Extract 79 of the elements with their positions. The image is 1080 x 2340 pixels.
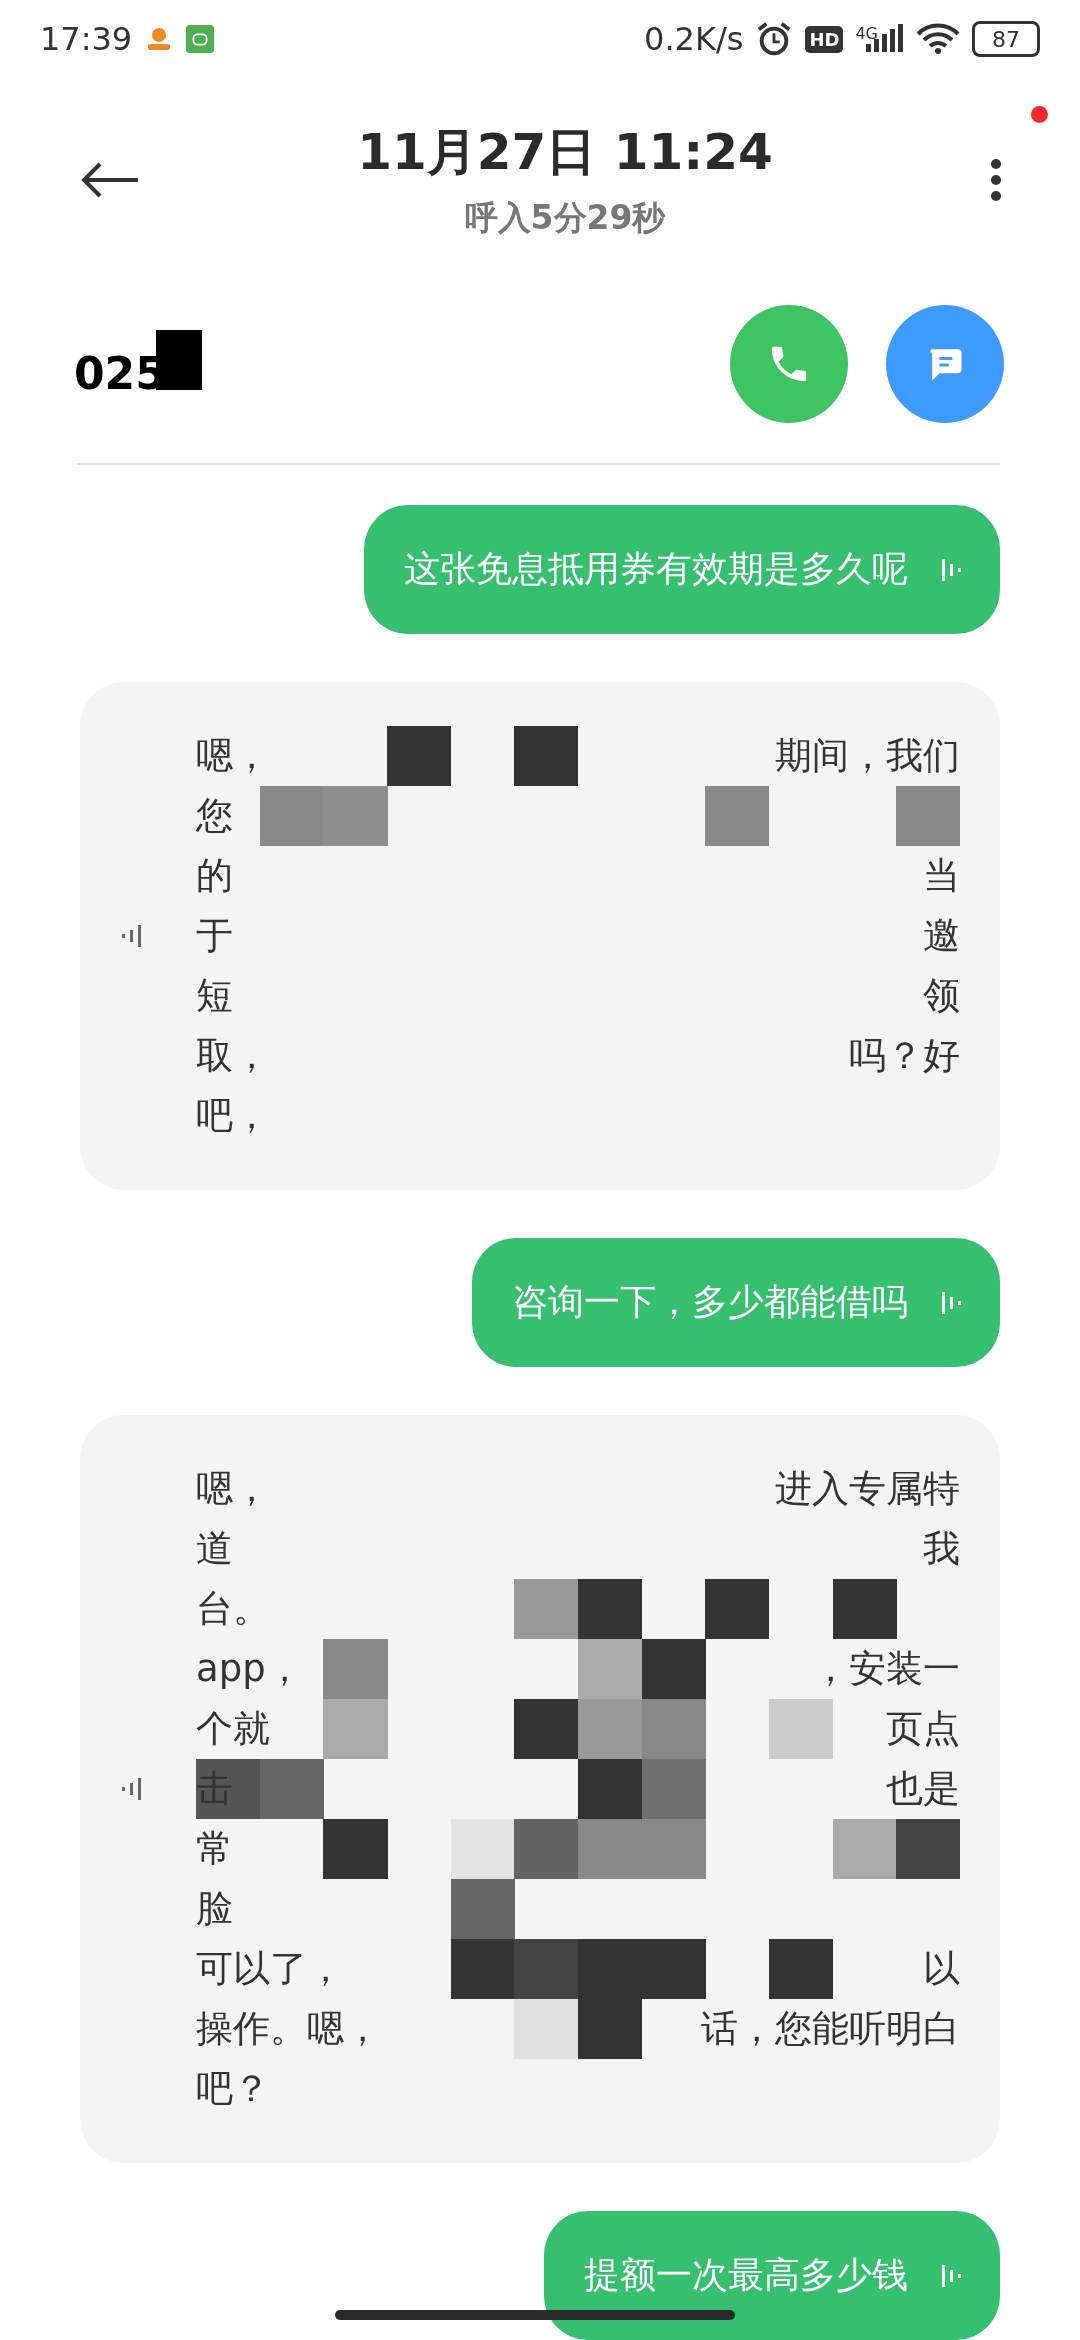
pixelated-tile xyxy=(514,1999,579,2059)
transcript-text: 您 xyxy=(196,793,233,839)
transcript-text: 个就 xyxy=(196,1706,270,1752)
transcript-text: 当 xyxy=(923,853,960,899)
pixelated-tile xyxy=(578,1579,643,1639)
transcript-text: 提额一次最高多少钱 xyxy=(584,2253,908,2297)
transcript-text: 吧？ xyxy=(196,2066,270,2112)
pixelated-tile xyxy=(578,1819,643,1879)
transcript-text: 页点 xyxy=(886,1706,960,1752)
transcript-text: 期间，我们 xyxy=(775,733,960,779)
hd-badge: HD xyxy=(805,25,844,53)
transcript-text: 咨询一下，多少都能借吗 xyxy=(512,1280,908,1324)
transcript-text: 领 xyxy=(923,973,960,1019)
transcript-text: 于 xyxy=(196,913,233,959)
pixelated-tile xyxy=(514,1699,579,1759)
transcript-text: 进入专属特 xyxy=(775,1466,960,1512)
transcript-text: 脸 xyxy=(196,1886,233,1932)
transcript-text: 也是 xyxy=(886,1766,960,1812)
pixelated-tile xyxy=(578,1699,643,1759)
pixelated-tile xyxy=(450,1879,515,1939)
transcript-text: 嗯， xyxy=(196,1466,270,1512)
transcript-text: 话，您能听明白 xyxy=(701,2006,960,2052)
pixelated-tile xyxy=(514,1939,579,1999)
more-options-icon[interactable] xyxy=(990,157,1002,202)
pixelated-tile xyxy=(259,786,324,846)
pixelated-tile xyxy=(641,1639,706,1699)
wifi-icon xyxy=(916,23,960,56)
transcript-text: 吧， xyxy=(196,1093,270,1139)
transcript-text: 操作。嗯， xyxy=(196,2006,381,2052)
transcript-text: app， xyxy=(196,1646,303,1692)
pixelated-tile xyxy=(896,1819,961,1879)
pixelated-tile xyxy=(514,1579,579,1639)
pixelated-tile xyxy=(768,1939,834,1999)
transcript-text: 吗？好 xyxy=(849,1033,960,1079)
transcript-text: 台。 xyxy=(196,1586,270,1632)
pixelated-tile xyxy=(641,1699,706,1759)
transcript-text: 道 xyxy=(196,1526,233,1572)
pixelated-tile xyxy=(196,1759,261,1819)
transcript-text: 邀 xyxy=(923,913,960,959)
transcript-text: 这张免息抵用券有效期是多久呢 xyxy=(404,547,908,591)
pixelated-tile xyxy=(323,1819,388,1879)
pixelated-tile xyxy=(705,1579,770,1639)
transcript-text: ，安装一 xyxy=(812,1646,960,1692)
status-time: 17:39 xyxy=(40,20,133,59)
transcript-text: 短 xyxy=(196,973,233,1019)
call-duration: 呼入5分29秒 xyxy=(464,196,666,239)
pixelated-tile xyxy=(323,1639,388,1699)
pixelated-tile xyxy=(387,726,452,786)
network-speed: 0.2K/s xyxy=(644,20,744,59)
pixelated-tile xyxy=(323,1699,388,1759)
transcript-text: 我 xyxy=(923,1526,960,1572)
pixelated-tile xyxy=(259,1759,324,1819)
transcript-text: 嗯， xyxy=(196,733,270,779)
back-arrow-icon[interactable] xyxy=(80,161,140,198)
pixelated-tile xyxy=(641,1819,706,1879)
call-date-time: 11月27日 11:24 xyxy=(357,121,773,183)
pixelated-tile xyxy=(578,1639,643,1699)
transcript-text: 可以了， xyxy=(196,1946,344,1992)
pixelated-tile xyxy=(450,1819,515,1879)
pixelated-tile xyxy=(578,1759,643,1819)
transcript-text: 的 xyxy=(196,853,233,899)
pixelated-tile xyxy=(450,1939,515,1999)
pixelated-tile xyxy=(896,786,961,846)
pixelated-tile xyxy=(323,786,388,846)
transcript-text: 常 xyxy=(196,1826,233,1872)
transcript-text: 以 xyxy=(923,1946,960,1992)
transcript-text: 取， xyxy=(196,1033,270,1079)
pixelated-tile xyxy=(514,726,579,786)
redaction-block xyxy=(155,330,202,391)
pixelated-tile xyxy=(832,1819,897,1879)
android-app-icon xyxy=(186,25,215,54)
pixelated-tile xyxy=(578,1999,643,2059)
pixelated-tile xyxy=(641,1939,706,1999)
battery-icon: 87 xyxy=(972,21,1040,58)
pixelated-tile xyxy=(641,1759,706,1819)
pixelated-tile xyxy=(514,1819,579,1879)
pixelated-tile xyxy=(705,786,770,846)
pixelated-tile xyxy=(832,1579,897,1639)
pixelated-tile xyxy=(768,1699,834,1759)
